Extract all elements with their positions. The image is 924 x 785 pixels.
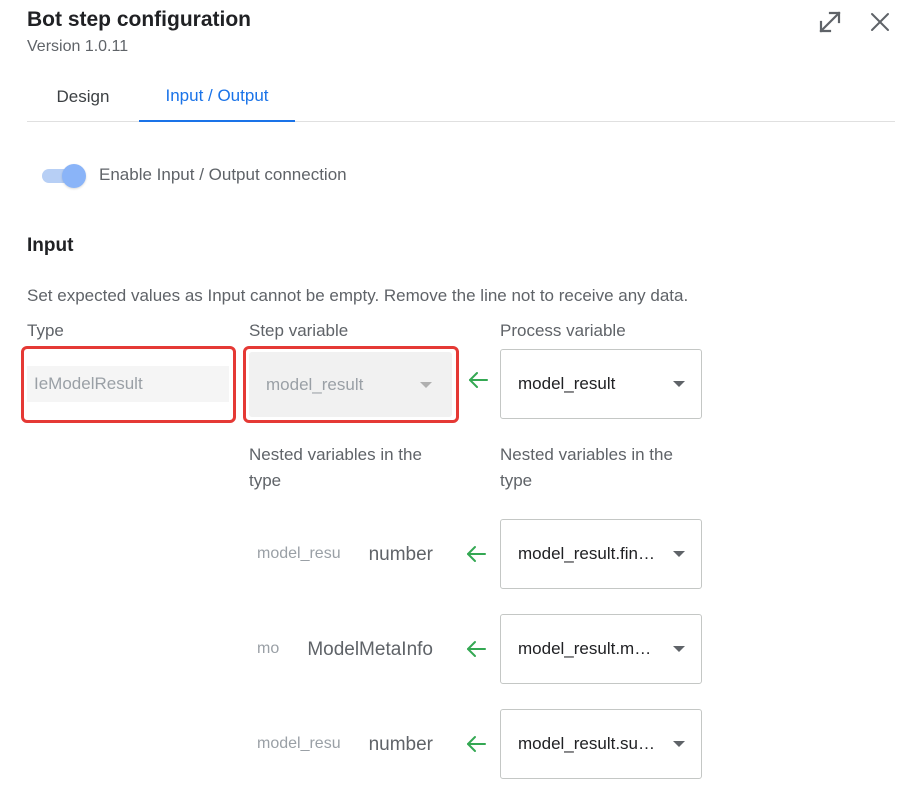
close-button[interactable] xyxy=(864,6,896,38)
nested-variable-type: number xyxy=(368,734,433,755)
step-variable-select: model_result xyxy=(249,352,452,417)
chevron-down-icon xyxy=(673,381,685,387)
nested-process-variable-select[interactable]: model_result.su… xyxy=(500,709,702,779)
chevron-down-icon xyxy=(673,646,685,652)
version-label: Version 1.0.11 xyxy=(27,38,129,55)
input-section-title: Input xyxy=(27,235,74,256)
input-section-description: Set expected values as Input cannot be e… xyxy=(27,286,689,305)
toggle-label: Enable Input / Output connection xyxy=(99,165,347,184)
chevron-down-icon xyxy=(673,551,685,557)
step-variable-value: model_result xyxy=(266,375,364,394)
expand-icon xyxy=(819,11,841,33)
nested-variable-name: model_resu xyxy=(257,545,341,562)
toggle-thumb xyxy=(62,164,86,188)
nested-variable-type: ModelMetaInfo xyxy=(307,639,433,660)
process-variable-select[interactable]: model_result xyxy=(500,349,702,419)
chevron-down-icon xyxy=(420,382,432,388)
arrow-left-icon xyxy=(467,736,486,752)
tab-input-output[interactable]: Input / Output xyxy=(139,72,295,122)
nested-process-variables-label: Nested variables in the type xyxy=(500,445,673,490)
nested-process-variable-value: model_result.fin… xyxy=(518,544,656,563)
step-variable-column-header: Step variable xyxy=(249,321,349,340)
process-variable-column-header: Process variable xyxy=(500,321,626,340)
arrow-left-icon xyxy=(467,641,486,657)
tab-bar: Design Input / Output xyxy=(27,72,895,122)
dialog-title: Bot step configuration xyxy=(27,8,251,31)
chevron-down-icon xyxy=(673,741,685,747)
io-connection-toggle[interactable] xyxy=(40,163,88,189)
close-icon xyxy=(871,13,889,31)
nested-process-variable-select[interactable]: model_result.m… xyxy=(500,614,702,684)
arrow-left-icon xyxy=(467,546,486,562)
tab-design[interactable]: Design xyxy=(27,72,139,122)
type-field: IeModelResult xyxy=(27,366,229,402)
nested-variable-name: mo xyxy=(257,640,280,657)
process-variable-value: model_result xyxy=(518,374,616,393)
nested-variable-name: model_resu xyxy=(257,735,341,752)
arrow-left-icon xyxy=(469,372,488,388)
nested-process-variable-value: model_result.m… xyxy=(518,639,652,658)
nested-variable-type: number xyxy=(368,544,433,565)
nested-step-variables-label: Nested variables in the type xyxy=(249,445,422,490)
nested-process-variable-value: model_result.su… xyxy=(518,734,656,753)
type-column-header: Type xyxy=(27,321,64,340)
nested-process-variable-select[interactable]: model_result.fin… xyxy=(500,519,702,589)
expand-button[interactable] xyxy=(814,6,846,38)
